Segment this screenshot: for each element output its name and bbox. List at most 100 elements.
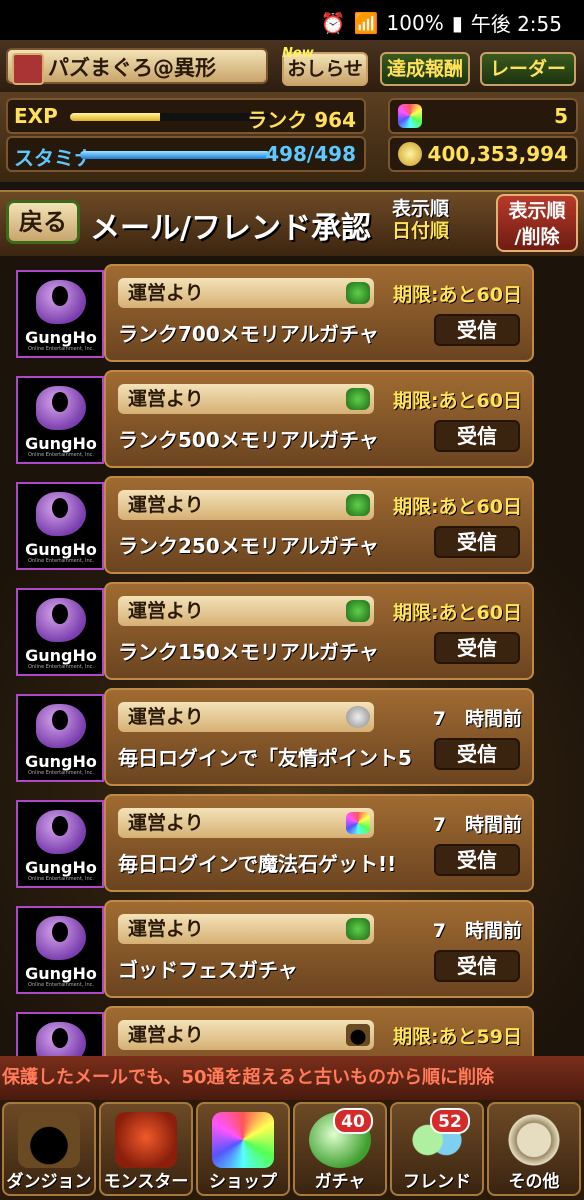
avatar-brand: GungHo — [25, 540, 97, 559]
wifi-icon: 📶 — [353, 10, 379, 35]
gacha-badge: 40 — [333, 1108, 373, 1134]
new-badge: New — [282, 46, 314, 61]
dragon-icon — [346, 388, 370, 410]
magic-stone-icon — [212, 1112, 274, 1168]
mail-item[interactable]: GungHoOnline Entertainment, Inc.運営より期限:あ… — [16, 476, 536, 574]
rank-label: ランク 964 — [247, 108, 356, 132]
mail-limit: 期限:あと60日 — [392, 496, 522, 518]
exp-bar — [70, 113, 270, 121]
gungho-avatar: GungHoOnline Entertainment, Inc. — [16, 800, 104, 888]
notice-text: 保護したメールでも、50通を超えると古いものから順に削除 — [0, 1056, 584, 1100]
mail-body: 運営より 期限:あと60日 ランク150メモリアルガチャ 受信 — [104, 582, 534, 680]
mail-limit: 期限:あと60日 — [392, 284, 522, 306]
sort-delete-label-2: /削除 — [514, 226, 560, 248]
magic-stone-box: 5 — [388, 98, 578, 134]
page-title: メール/フレンド承認 — [90, 211, 371, 246]
mail-item[interactable]: GungHo Online Entertainment, Inc. 運営より 7 時間… — [16, 900, 536, 998]
sort-label: 表示順 — [392, 198, 450, 220]
avatar-brand: GungHo — [25, 964, 97, 983]
nav-monster[interactable]: モンスター — [99, 1102, 193, 1196]
mail-body: 運営より 7 時間前 ゴッドフェスガチャ 受信 — [104, 900, 534, 998]
receive-button[interactable]: 受信 — [434, 844, 520, 876]
gungho-logo-icon — [36, 810, 86, 854]
clock: 午後 2:55 — [470, 12, 562, 36]
mail-sender: 運営より — [118, 914, 374, 944]
mail-subject: ランク500メモリアルガチャ — [118, 428, 379, 452]
mail-list[interactable]: GungHo Online Entertainment, Inc. 運営より 期限:あ… — [0, 256, 584, 1056]
gungho-logo-icon — [36, 280, 86, 324]
receive-button[interactable]: 受信 — [434, 632, 520, 664]
alarm-icon: ⏰ — [320, 10, 346, 35]
mail-sender: 運営より — [118, 808, 374, 838]
mail-item[interactable]: GungHoOnline Entertainment, Inc. 運営より期限:あ… — [16, 264, 536, 362]
mail-sender: 運営より — [118, 1020, 374, 1050]
mail-subject: ランク700メモリアルガチャ — [118, 322, 379, 346]
mail-body: 運営より 7 時間前 毎日ログインで「友情ポイント5 受信 — [104, 688, 534, 786]
avatar-sub: Online Entertainment, Inc. — [28, 770, 94, 776]
mail-limit: 期限:あと60日 — [392, 602, 522, 624]
avatar-sub: Online Entertainment, Inc. — [28, 876, 94, 882]
gungho-avatar: GungHoOnline Entertainment, Inc. — [16, 482, 104, 570]
status-bar: ⏰ 📶 100% ▮ 午後 2:55 — [0, 0, 584, 40]
magic-stone-icon — [346, 812, 370, 834]
player-avatar-icon — [12, 53, 44, 85]
dragon-icon — [346, 494, 370, 516]
player-name: パズまぐろ@異形 — [48, 56, 216, 80]
dragon-icon — [346, 600, 370, 622]
avatar-sub: Online Entertainment, Inc. — [28, 558, 94, 564]
achievement-button[interactable]: 達成報酬 — [380, 52, 470, 86]
mail-item[interactable]: GungHoOnline Entertainment, Inc.運営より期限:あ… — [16, 370, 536, 468]
mail-limit: 7 時間前 — [432, 708, 522, 730]
mail-item[interactable]: GungHo Online Entertainment, Inc. 運営より 7 時間… — [16, 794, 536, 892]
receive-button[interactable]: 受信 — [434, 526, 520, 558]
receive-button[interactable]: 受信 — [434, 314, 520, 346]
mail-sender: 運営より — [118, 702, 374, 732]
nav-gacha-label: ガチャ — [314, 1172, 366, 1192]
nav-friend-label: フレンド — [403, 1172, 471, 1192]
back-button[interactable]: 戻る — [6, 200, 80, 244]
gungho-avatar: GungHoOnline Entertainment, Inc. — [16, 376, 104, 464]
mail-body: 運営より 期限:あと60日 ランク500メモリアルガチャ 受信 — [104, 370, 534, 468]
stamina-value: 498/498 — [265, 142, 356, 166]
mail-limit: 7 時間前 — [432, 814, 522, 836]
mail-sender: 運営より — [118, 596, 374, 626]
receive-button[interactable]: 受信 — [434, 420, 520, 452]
battery-icon: ▮ — [451, 10, 463, 35]
mail-subject: 毎日ログインで「友情ポイント5 — [118, 746, 412, 770]
nav-other[interactable]: その他 — [487, 1102, 581, 1196]
dungeon-gate-icon — [18, 1112, 80, 1168]
nav-dungeon[interactable]: ダンジョン — [2, 1102, 96, 1196]
mail-item[interactable]: GungHoOnline Entertainment, Inc.運営より期限:あ… — [16, 582, 536, 680]
mail-item[interactable]: GungHo Online Entertainment, Inc. 運営より 7 時間… — [16, 688, 536, 786]
gungho-avatar: GungHoOnline Entertainment, Inc. — [16, 270, 104, 358]
gungho-avatar: GungHoOnline Entertainment, Inc. — [16, 694, 104, 782]
stamina-bar — [80, 151, 270, 159]
sort-indicator: 表示順 日付順 — [392, 198, 472, 242]
coin-icon — [398, 142, 422, 166]
avatar-sub: Online Entertainment, Inc. — [28, 982, 94, 988]
mail-sender: 運営より — [118, 278, 374, 308]
nav-dungeon-label: ダンジョン — [6, 1172, 92, 1192]
friend-badge: 52 — [430, 1108, 470, 1134]
receive-button[interactable]: 受信 — [434, 950, 520, 982]
receive-button[interactable]: 受信 — [434, 738, 520, 770]
gungho-logo-icon — [36, 386, 86, 430]
friend-point-icon — [346, 706, 370, 728]
nav-shop[interactable]: ショップ — [196, 1102, 290, 1196]
gungho-logo-icon — [36, 916, 86, 960]
avatar-brand: GungHo — [25, 752, 97, 771]
avatar-brand: GungHo — [25, 646, 97, 665]
radar-button[interactable]: レーダー — [480, 52, 576, 86]
stamina-row: スタミナ 498/498 — [6, 136, 366, 172]
nav-shop-label: ショップ — [209, 1172, 277, 1192]
mail-limit: 7 時間前 — [432, 920, 522, 942]
mail-subject: ランク250メモリアルガチャ — [118, 534, 379, 558]
gungho-avatar: GungHoOnline Entertainment, Inc. — [16, 906, 104, 994]
player-name-button[interactable]: パズまぐろ@異形 — [6, 48, 268, 85]
question-icon — [503, 1112, 565, 1168]
magic-stone-count: 5 — [554, 104, 568, 128]
gungho-logo-icon — [36, 1022, 86, 1056]
gungho-avatar: GungHoOnline Entertainment, Inc. — [16, 588, 104, 676]
mail-item[interactable]: GungHoOnline Entertainment, Inc.運営より期限:あ… — [16, 1006, 536, 1056]
sort-delete-button[interactable]: 表示順 /削除 — [496, 194, 578, 252]
